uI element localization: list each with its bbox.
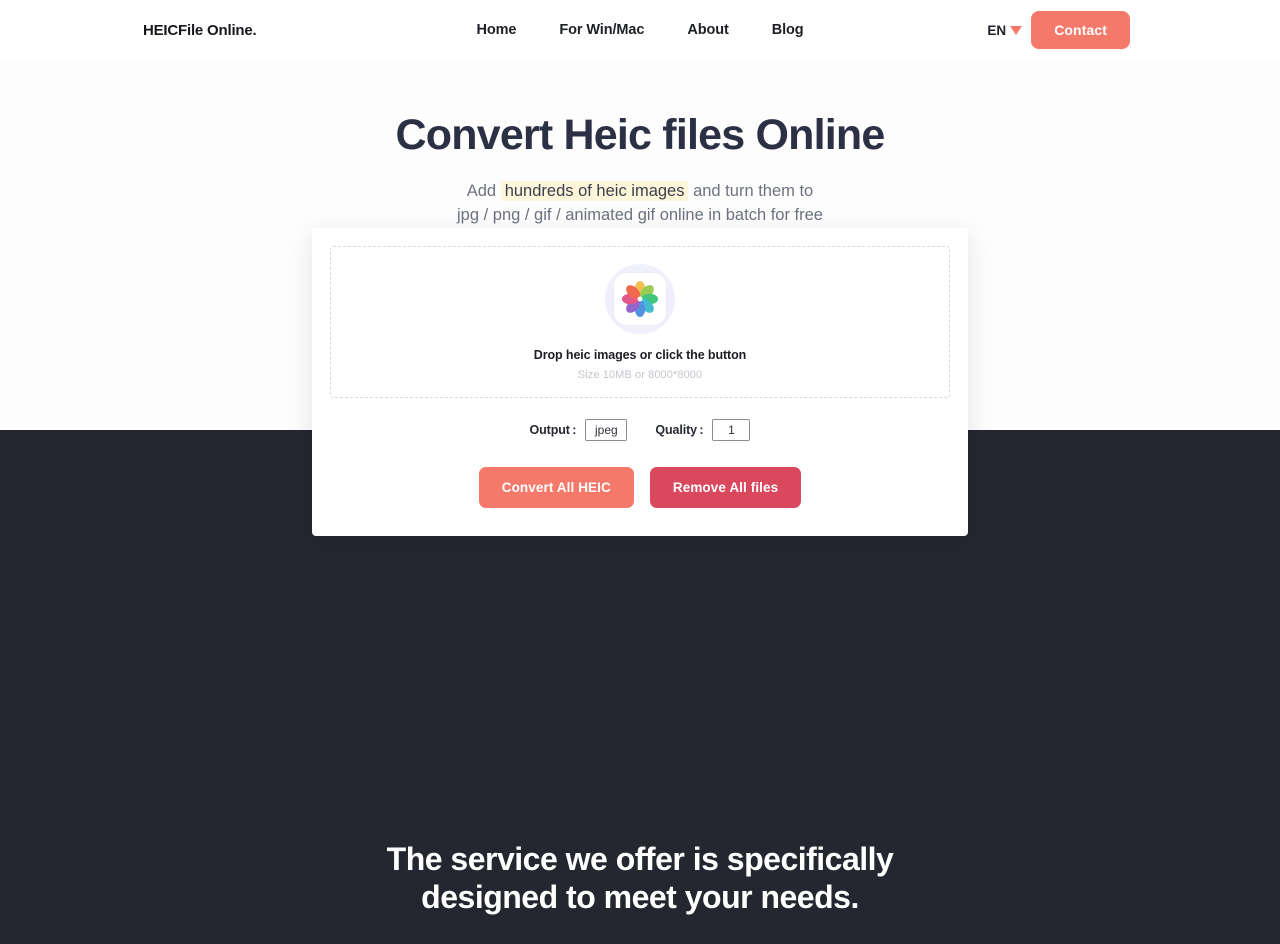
output-format-select[interactable]: jpegpnggif [585, 419, 628, 442]
converter-actions: Convert All HEIC Remove All files [330, 467, 950, 509]
conversion-options: Output : jpegpnggif Quality : [330, 419, 950, 442]
remove-all-button[interactable]: Remove All files [649, 467, 802, 509]
nav-item-home[interactable]: Home [476, 22, 516, 38]
hero-sub-highlight: hundreds of heic images [500, 181, 689, 202]
language-selector[interactable]: EN [987, 22, 1023, 38]
quality-input[interactable] [712, 419, 751, 442]
hero-sub-after: and turn them to [688, 182, 814, 201]
quality-label: Quality : [655, 423, 704, 438]
apple-photos-icon [614, 272, 666, 325]
chevron-down-icon [1010, 26, 1023, 35]
photos-pinwheel-svg [621, 280, 659, 317]
site-header: HEICFile Online. Home For Win/Mac About … [0, 0, 1280, 60]
header-actions: EN Contact [987, 11, 1130, 49]
logo-strong: HEICFile [143, 21, 204, 39]
output-label: Output : [529, 423, 577, 438]
hero-subtitle-line2: jpg / png / gif / animated gif online in… [457, 206, 823, 225]
nav-item-blog[interactable]: Blog [772, 22, 804, 38]
services-heading-line1: The service we offer is specifically [386, 841, 894, 878]
hero-sub-before: Add [466, 182, 501, 201]
language-label: EN [987, 22, 1007, 38]
photos-icon-halo [605, 263, 675, 334]
page-title: Convert Heic files Online [395, 111, 886, 159]
hero-subtitle: Add hundreds of heic images and turn the… [0, 180, 1280, 228]
output-option: Output : jpegpnggif [529, 419, 628, 442]
contact-button[interactable]: Contact [1031, 11, 1130, 49]
services-heading: The service we offer is specifically des… [0, 777, 1280, 917]
converter-card: Drop heic images or click the button Siz… [312, 228, 968, 537]
dropzone-title: Drop heic images or click the button [533, 347, 747, 362]
convert-all-button[interactable]: Convert All HEIC [478, 467, 634, 509]
nav-item-for-win-mac[interactable]: For Win/Mac [559, 22, 644, 38]
hero-section: Convert Heic files Online Add hundreds o… [0, 60, 1280, 229]
services-section: The service we offer is specifically des… [0, 777, 1280, 944]
services-heading-line2: designed to meet your needs. [421, 878, 859, 915]
file-dropzone[interactable]: Drop heic images or click the button Siz… [330, 246, 950, 399]
hero-subtitle-line1: Add hundreds of heic images and turn the… [0, 180, 1280, 204]
nav-item-about[interactable]: About [687, 22, 728, 38]
dropzone-size-hint: Size 10MB or 8000*8000 [577, 368, 703, 381]
features-grid: 24/7 Support Contact us by sending an em… [0, 917, 1280, 944]
logo-light: Online. [203, 21, 257, 39]
quality-option: Quality : [655, 419, 751, 442]
site-logo[interactable]: HEICFile Online. [143, 21, 257, 39]
converter-section: Drop heic images or click the button Siz… [0, 228, 1280, 778]
